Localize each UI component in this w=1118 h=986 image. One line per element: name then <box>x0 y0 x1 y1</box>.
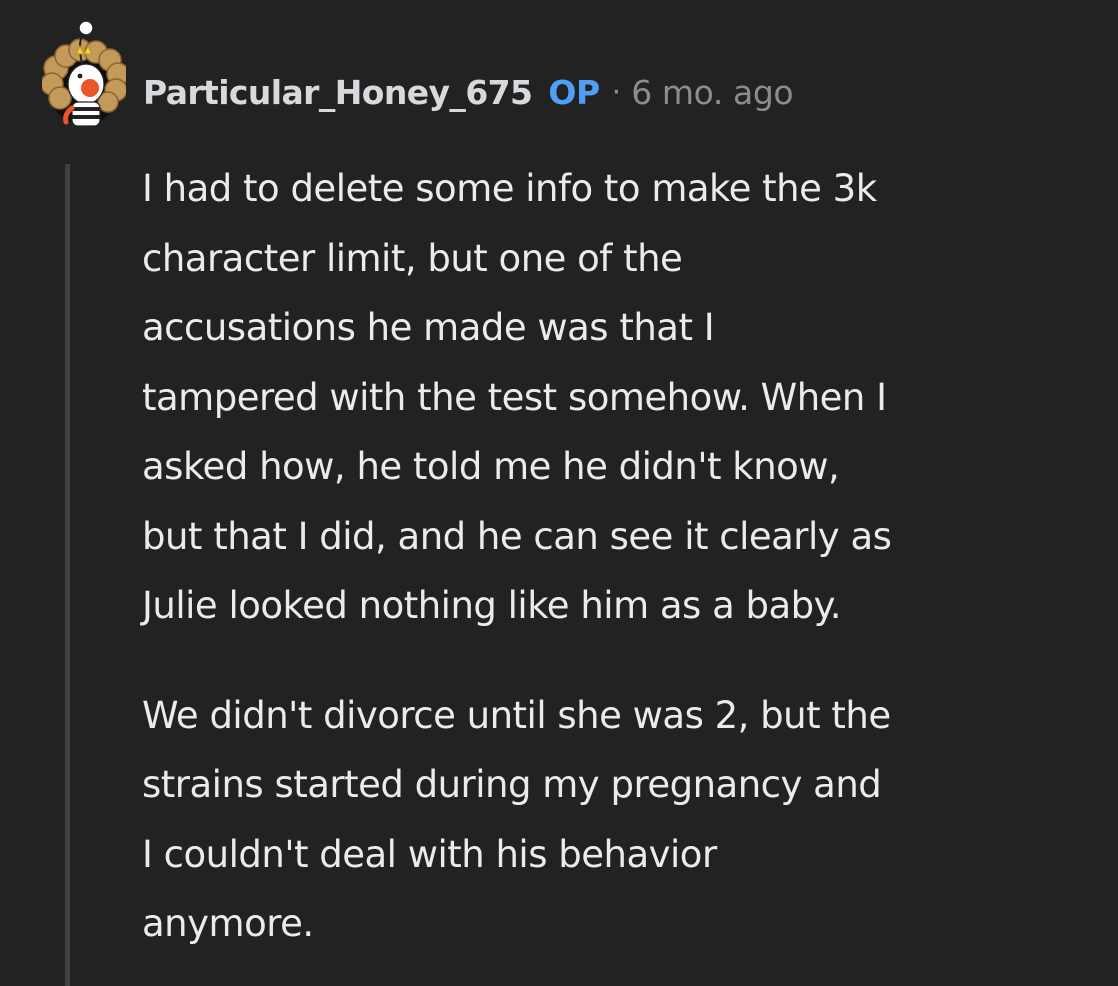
meta-separator: · <box>611 74 622 110</box>
comment: Particular_Honey_675 OP · 6 mo. ago I ha… <box>0 0 1118 986</box>
comment-body: I had to delete some info to make the 3k… <box>142 154 1082 959</box>
thread-collapse-line[interactable] <box>65 164 70 986</box>
comment-header: Particular_Honey_675 OP · 6 mo. ago <box>143 64 794 120</box>
op-badge: OP <box>548 72 600 112</box>
comment-paragraph: I had to delete some info to make the 3k… <box>142 167 892 627</box>
author-username[interactable]: Particular_Honey_675 <box>143 73 533 112</box>
comment-timestamp[interactable]: 6 mo. ago <box>631 73 793 112</box>
snoo-avatar-icon[interactable] <box>40 14 130 134</box>
comment-paragraph: We didn't divorce until she was 2, but t… <box>142 693 891 946</box>
